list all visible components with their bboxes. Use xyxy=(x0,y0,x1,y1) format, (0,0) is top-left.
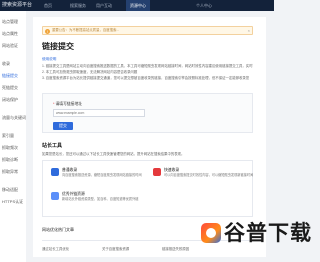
sidebar-item-site-close-protect[interactable]: 闭站保护 xyxy=(2,97,18,103)
watermark: 谷普下载 xyxy=(201,220,312,246)
tool-card[interactable]: 快速收录 可以向百度搜索提交时效性内容，可以缩短爬虫发现新链接时间 xyxy=(153,167,253,189)
sidebar-item-dead-link[interactable]: 死链提交 xyxy=(2,85,18,91)
article-link[interactable]: 通过站长工具优化 xyxy=(42,247,69,252)
tool-card[interactable]: 普通收录 向百度搜索推送资源，缩短百度爬虫发现网站链接的时间 xyxy=(51,167,151,189)
tool-desc: 新增站长外链资源类型，如百科、百度知道等优质外链 xyxy=(62,197,139,201)
fast-submit-icon xyxy=(153,168,161,176)
nav-resource-center[interactable]: 资源中心 xyxy=(126,0,150,11)
sidebar-item-mobile-adapt[interactable]: 移动适配 xyxy=(2,187,18,193)
sidebar-item-index-volume[interactable]: 索引量 xyxy=(2,133,14,139)
tool-card[interactable]: 优秀外链资源 新增站长外链资源类型，如百科、百度知道等优质外链 xyxy=(51,191,151,213)
url-field-label: *请填写链接地址 xyxy=(53,102,82,107)
url-input[interactable] xyxy=(53,109,145,117)
sidebar-item-crawl-diagnosis[interactable]: 抓取诊断 xyxy=(2,157,18,163)
url-field-label-text: 请填写链接地址 xyxy=(55,102,83,106)
page-title: 链接提交 xyxy=(42,42,74,51)
notice-text[interactable]: 重要公告：为不断提高站点质量，百度搜索... xyxy=(52,27,119,34)
sidebar-item-site-verify[interactable]: 网站验证 xyxy=(2,43,18,49)
submit-button[interactable]: 提交 xyxy=(53,122,73,130)
sidebar-item-crawl-errors[interactable]: 抓取异常 xyxy=(2,169,18,175)
usage-line: 3. 百度搜索资源平台为站长提供链接提交通道，您可以提交想被百度收录的链接，百度… xyxy=(42,76,250,80)
general-submit-icon xyxy=(51,168,59,176)
sidebar-item-indexing[interactable]: 收录 xyxy=(2,61,10,67)
sidebar-item-link-submit[interactable]: 链接提交 xyxy=(2,73,18,79)
usage-line: 2. 本工具可加快爬虫抓取速度，无法解决网站内容是否收录问题 xyxy=(42,70,138,74)
tool-desc: 向百度搜索推送资源，缩短百度爬虫发现网站链接的时间 xyxy=(62,173,142,177)
tool-desc: 可以向百度搜索提交时效性内容，可以缩短爬虫发现新链接时间 xyxy=(164,173,254,177)
close-icon[interactable]: × xyxy=(248,27,250,34)
usage-title: 使用说明 xyxy=(42,57,57,61)
article-link[interactable]: 关于百度搜索资源 xyxy=(102,247,129,252)
sidebar-item-traffic[interactable]: 流量与关键词 xyxy=(2,115,26,121)
tools-panel: 普通收录 向百度搜索推送资源，缩短百度爬虫发现网站链接的时间 快速收录 可以向百… xyxy=(42,160,253,217)
brand-title[interactable]: 搜索资源平台 xyxy=(2,1,32,10)
sidebar-item-site-properties[interactable]: 站点属性 xyxy=(2,31,18,37)
sidebar-item-site-management[interactable]: 站点管理 xyxy=(2,19,18,25)
link-submit-form: *请填写链接地址 提交 xyxy=(42,93,253,133)
nav-home[interactable]: 首页 xyxy=(44,0,52,11)
warning-icon: ! xyxy=(45,28,50,34)
nav-search-service[interactable]: 搜索服务 xyxy=(70,0,86,11)
usage-line: 1. 链接提交工具是网站主动向百度搜索推送数据的工具，本工具可缩短爬虫发现网站链… xyxy=(42,64,253,68)
top-bar: 搜索资源平台 首页 搜索服务 用户互动 资源中心 个人中心 xyxy=(0,0,274,11)
sidebar-item-crawl-frequency[interactable]: 抓取频次 xyxy=(2,145,18,151)
notice-banner: ! 重要公告：为不断提高站点质量，百度搜索... × xyxy=(42,26,253,35)
sidebar-item-https[interactable]: HTTPS认证 xyxy=(2,199,23,205)
tools-section-desc: 如果您是站长，您还可以通过以下站长工具快速管理您的网站，提升网站在搜索结果中的表… xyxy=(42,152,185,156)
nav-personal-center[interactable]: 个人中心 xyxy=(196,0,212,11)
nav-user-interaction[interactable]: 用户互动 xyxy=(96,0,112,11)
sidebar: 站点管理 站点属性 网站验证 收录 链接提交 死链提交 闭站保护 流量与关键词 … xyxy=(0,11,26,262)
watermark-text: 谷普下载 xyxy=(224,221,312,245)
watermark-logo-icon xyxy=(201,223,221,243)
external-link-icon xyxy=(51,192,59,200)
article-link[interactable]: 链接推送失败原因 xyxy=(162,247,189,252)
articles-section-title: 网站优化热门文章 xyxy=(42,227,74,232)
tools-section-title: 站长工具 xyxy=(42,143,63,149)
